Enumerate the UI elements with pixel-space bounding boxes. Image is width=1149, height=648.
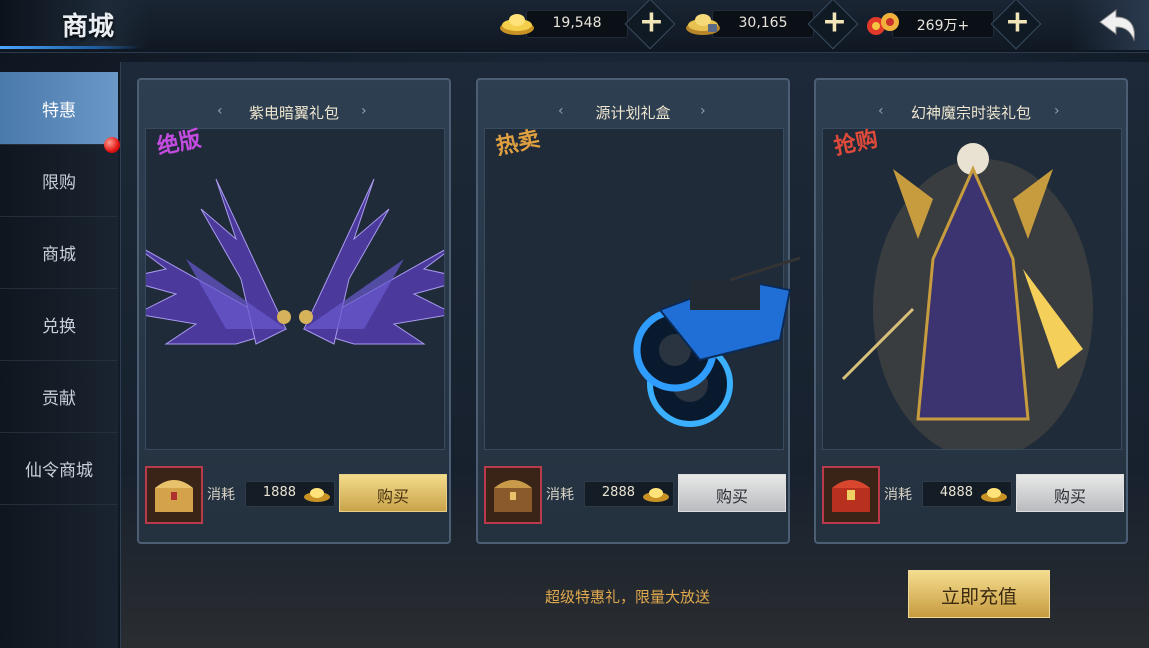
sidebar-item-contribution[interactable]: 贡献: [0, 360, 118, 433]
sidebar-item-xianling-shop[interactable]: 仙令商城: [0, 432, 118, 505]
buy-button[interactable]: 购买: [678, 474, 786, 512]
gold-ingot-icon: [304, 488, 330, 502]
card-preview[interactable]: [822, 128, 1122, 450]
promo-slogan: 超级特惠礼，限量大放送: [545, 588, 711, 606]
chevron-right-icon: ›: [1054, 103, 1060, 119]
cost-label: 消耗: [207, 487, 235, 503]
card-preview[interactable]: [145, 128, 445, 450]
sidebar-item-label: 限购: [42, 173, 76, 193]
buy-button-label: 购买: [715, 487, 748, 506]
buy-button[interactable]: 购买: [339, 474, 447, 512]
gold-ingot-icon: [643, 488, 669, 502]
currency-value: 19,548: [552, 15, 602, 31]
gift-card-fashion: ‹ 幻神魔宗时装礼包 › 抢购 消耗 4888 购买: [814, 78, 1128, 544]
cost-box: 2888: [584, 481, 674, 507]
cost-box: 4888: [922, 481, 1012, 507]
card-footer: 消耗 1888 购买: [145, 466, 447, 526]
cost-label: 消耗: [546, 487, 574, 503]
recharge-button-label: 立即充值: [940, 586, 1017, 608]
currency-box: 19,548: [526, 10, 628, 38]
sidebar-item-special[interactable]: 特惠: [0, 72, 118, 145]
sidebar-item-label: 兑换: [42, 317, 76, 337]
currency-box: 30,165: [712, 10, 814, 38]
currency-gold: 19,548: [498, 8, 638, 38]
gift-chest-icon: [484, 466, 542, 524]
gift-chest-icon: [145, 466, 203, 524]
cost-box: 1888: [245, 481, 335, 507]
currency-value: 30,165: [738, 15, 788, 31]
buy-button-label: 购买: [376, 487, 409, 506]
cost-value: 2888: [601, 485, 635, 500]
gift-chest-icon: [822, 466, 880, 524]
card-footer: 消耗 4888 购买: [822, 466, 1124, 526]
sidebar-item-mall[interactable]: 商城: [0, 216, 118, 289]
card-footer: 消耗 2888 购买: [484, 466, 786, 526]
cost-value: 1888: [262, 485, 296, 500]
sidebar-item-label: 仙令商城: [25, 461, 93, 481]
currency-bound-gold: 30,165: [684, 8, 824, 38]
category-sidebar: 特惠 限购 商城 兑换 贡献 仙令商城: [0, 72, 118, 648]
gold-ingot-icon: [498, 8, 534, 38]
motorcycle-front-art: [633, 256, 800, 392]
sidebar-item-label: 特惠: [42, 101, 76, 121]
title-underline: [0, 46, 140, 49]
currency-box: 269万+: [892, 10, 994, 38]
sidebar-item-limited[interactable]: 限购: [0, 144, 118, 217]
back-button[interactable]: [1070, 0, 1149, 50]
sidebar-item-label: 商城: [42, 245, 76, 265]
sidebar-item-exchange[interactable]: 兑换: [0, 288, 118, 361]
page-title: 商城: [62, 12, 115, 42]
golden-warrior-image: [841, 143, 1093, 449]
sidebar-item-label: 贡献: [42, 389, 76, 409]
cost-label: 消耗: [884, 487, 912, 503]
currency-coins: 269万+: [864, 8, 1004, 38]
cost-value: 4888: [939, 485, 973, 500]
bound-gold-ingot-icon: [684, 8, 720, 38]
coin-string-icon: [864, 8, 900, 38]
chevron-right-icon: ›: [700, 103, 706, 119]
buy-button[interactable]: 购买: [1016, 474, 1124, 512]
currency-value: 269万+: [916, 18, 970, 34]
buy-button-label: 购买: [1053, 487, 1086, 506]
chevron-right-icon: ›: [361, 103, 367, 119]
shop-screen: 商城 19,548 + 30,165 + 269万+ + 特惠 限购 商城 兑换…: [0, 0, 1149, 648]
gold-ingot-icon: [981, 488, 1007, 502]
top-bar: 商城 19,548 + 30,165 + 269万+ +: [0, 0, 1149, 53]
recharge-button[interactable]: 立即充值: [908, 570, 1050, 618]
gift-card-wings: ‹ 紫电暗翼礼包 › 绝版 消耗 1888 购买: [137, 78, 451, 544]
purple-wings-image: [146, 178, 444, 345]
notification-dot: [104, 137, 120, 153]
back-arrow-icon: [1099, 9, 1135, 42]
